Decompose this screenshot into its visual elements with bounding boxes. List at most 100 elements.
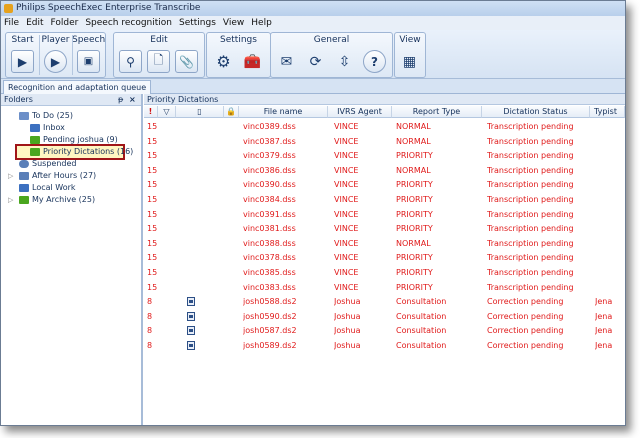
search-button[interactable]: ⚲ xyxy=(119,50,142,73)
folder-item-local-work[interactable]: Local Work xyxy=(19,182,76,194)
folder-item-inbox[interactable]: Inbox xyxy=(30,122,65,134)
cell-dictation-status: Correction pending xyxy=(487,341,564,350)
new-document-button[interactable]: 🗋 xyxy=(147,50,170,73)
table-row[interactable]: 15 vinc0390.dss VINCE PRIORITY Transcription… xyxy=(144,178,625,191)
folder-item-suspended[interactable]: Suspended xyxy=(19,158,76,170)
menu-file[interactable]: File xyxy=(1,16,22,30)
menu-bar: File Edit Folder Speech recognition Settings… xyxy=(1,16,625,30)
table-row[interactable]: 15 vinc0378.dss VINCE PRIORITY Transcription… xyxy=(144,251,625,264)
cell-ivrs-agent: VINCE xyxy=(334,253,359,263)
table-row[interactable]: 8 josh0589.ds2 Joshua Consultation Correctio… xyxy=(144,339,625,352)
group-label-start: Start xyxy=(11,35,34,45)
folder-green-icon xyxy=(30,147,40,156)
toolbar-group-edit: Edit ⚲ 🗋 📎 xyxy=(113,32,205,78)
separator xyxy=(72,35,73,75)
toolbar-group-settings: Settings ⚙ 🧰 xyxy=(206,32,271,78)
word-document-icon[interactable] xyxy=(187,341,195,350)
col-filter-icon[interactable]: ▽ xyxy=(158,106,176,118)
folders-title: Folders xyxy=(4,95,33,104)
table-row[interactable]: 15 vinc0385.dss VINCE PRIORITY Transcription… xyxy=(144,266,625,279)
folders-panel-header: Folders ᵽ × xyxy=(1,94,141,106)
cell-ivrs-agent: VINCE xyxy=(334,224,359,234)
col-report-type[interactable]: Report Type xyxy=(392,106,482,118)
cell-priority: 15 xyxy=(147,151,158,161)
word-document-icon[interactable] xyxy=(187,326,195,336)
cell-priority: 15 xyxy=(147,209,158,219)
table-row[interactable]: 15 vinc0383.dss VINCE PRIORITY Transcription… xyxy=(144,281,625,294)
ribbon-toolbar: Start Player Speech ▶ ▶ ▣ Edit ⚲ 🗋 📎 Set… xyxy=(1,30,625,79)
send-mail-button[interactable]: ✉ xyxy=(275,50,298,73)
cell-ivrs-agent: VINCE xyxy=(334,238,359,248)
help-button[interactable]: ? xyxy=(363,50,386,73)
separator xyxy=(39,35,40,75)
table-row[interactable]: 15 vinc0388.dss VINCE NORMAL Transcription p… xyxy=(144,237,625,250)
settings-button[interactable]: ⚙ xyxy=(212,50,235,73)
table-row[interactable]: 15 vinc0387.dss VINCE NORMAL Transcription p… xyxy=(144,135,625,148)
magnifier-icon: ⚲ xyxy=(126,54,135,69)
table-row[interactable]: 8 josh0590.ds2 Joshua Consultation Correctio… xyxy=(144,310,625,323)
expand-arrow-icon[interactable]: ▷ xyxy=(8,196,13,204)
col-priority-icon[interactable]: ! xyxy=(144,106,158,118)
expand-arrow-icon[interactable]: ▷ xyxy=(8,172,13,180)
col-file-name[interactable]: File name xyxy=(239,106,328,118)
folder-label: Priority Dictations (16) xyxy=(43,147,134,156)
cell-typist: Jena xyxy=(595,341,613,350)
col-attachment-icon[interactable]: ▯ xyxy=(176,106,224,118)
envelope-icon: ✉ xyxy=(280,53,293,70)
table-row[interactable]: 15 vinc0391.dss VINCE PRIORITY Transcription… xyxy=(144,208,625,221)
table-row[interactable]: 8 josh0587.ds2 Joshua Consultation Correctio… xyxy=(144,324,625,337)
folder-item-todo[interactable]: To Do (25) xyxy=(19,110,73,122)
cell-priority: 8 xyxy=(147,326,153,336)
table-row[interactable]: 15 vinc0384.dss VINCE PRIORITY Transcription… xyxy=(144,193,625,206)
document-add-icon: 🗋 xyxy=(153,53,164,67)
word-document-icon[interactable] xyxy=(187,311,195,321)
menu-edit[interactable]: Edit xyxy=(22,16,46,30)
tab-recognition-queue[interactable]: Recognition and adaptation queue xyxy=(3,80,152,94)
col-dictation-status[interactable]: Dictation Status xyxy=(482,106,590,118)
table-row[interactable]: 15 vinc0381.dss VINCE PRIORITY Transcription… xyxy=(144,222,625,235)
cell-ivrs-agent: VINCE xyxy=(334,136,359,146)
col-typist[interactable]: Typist xyxy=(590,106,625,118)
player-button[interactable]: ▶ xyxy=(44,50,67,73)
menu-folder[interactable]: Folder xyxy=(47,16,82,30)
attachment-button[interactable]: 📎 xyxy=(175,50,198,73)
cell-file-name: vinc0386.dss xyxy=(243,165,296,175)
table-row[interactable]: 15 vinc0389.dss VINCE NORMAL Transcription p… xyxy=(144,120,625,133)
cell-priority: 15 xyxy=(147,122,158,131)
col-ivrs-agent[interactable]: IVRS Agent xyxy=(328,106,392,118)
cell-ivrs-agent: VINCE xyxy=(334,180,359,190)
transfer-button[interactable]: ⇳ xyxy=(333,50,356,73)
title-bar: Philips SpeechExec Enterprise Transcribe xyxy=(1,1,625,16)
cell-report-type: NORMAL xyxy=(396,122,431,131)
menu-settings[interactable]: Settings xyxy=(175,16,219,30)
folder-green-icon xyxy=(30,135,40,144)
speech-icon: ▣ xyxy=(83,56,94,67)
table-row[interactable]: 15 vinc0386.dss VINCE NORMAL Transcription p… xyxy=(144,164,625,177)
cell-dictation-status: Correction pending xyxy=(487,311,564,321)
list-title: Priority Dictations xyxy=(144,94,625,105)
speech-button[interactable]: ▣ xyxy=(77,50,100,73)
menu-view[interactable]: View xyxy=(219,16,247,30)
view-button[interactable]: ▦ xyxy=(398,50,421,73)
folder-label: Inbox xyxy=(43,123,65,132)
folder-item-priority-dictations[interactable]: Priority Dictations (16) xyxy=(30,146,133,158)
word-document-icon[interactable] xyxy=(187,297,195,307)
pin-icon[interactable]: ᵽ xyxy=(118,94,123,105)
cell-file-name: josh0587.ds2 xyxy=(243,326,297,336)
folder-item-after-hours[interactable]: After Hours (27) xyxy=(19,170,96,182)
up-down-arrows-icon: ⇳ xyxy=(338,53,351,70)
table-row[interactable]: 15 vinc0379.dss VINCE PRIORITY Transcription… xyxy=(144,149,625,162)
folder-item-my-archive[interactable]: My Archive (25) xyxy=(19,194,95,206)
refresh-button[interactable]: ⟳ xyxy=(304,50,327,73)
table-row[interactable]: 8 josh0588.ds2 Joshua Consultation Correctio… xyxy=(144,295,625,308)
tools-icon: 🧰 xyxy=(243,53,262,70)
menu-speech-recognition[interactable]: Speech recognition xyxy=(81,16,175,30)
col-lock-icon[interactable]: 🔒 xyxy=(224,106,239,118)
cell-report-type: NORMAL xyxy=(396,136,431,146)
start-button[interactable]: ▶ xyxy=(11,50,34,73)
tools-button[interactable]: 🧰 xyxy=(241,50,264,73)
close-icon[interactable]: × xyxy=(129,94,136,105)
menu-help[interactable]: Help xyxy=(247,16,275,30)
cell-file-name: vinc0379.dss xyxy=(243,151,296,161)
cell-ivrs-agent: Joshua xyxy=(334,297,361,307)
